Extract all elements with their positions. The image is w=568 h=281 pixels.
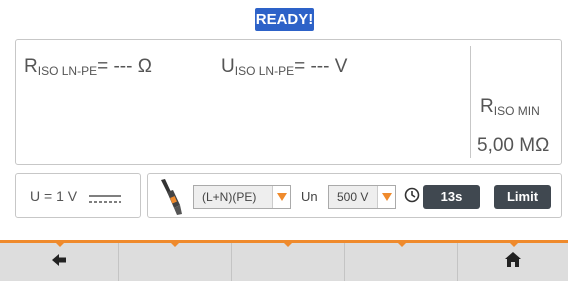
limit-symbol: R <box>480 96 494 117</box>
un-label: Un <box>301 189 318 204</box>
home-icon <box>505 252 521 272</box>
terminal-select[interactable]: (L+N)(PE) <box>193 185 291 209</box>
chevron-down-icon[interactable] <box>272 186 290 208</box>
clock-icon <box>404 187 420 208</box>
uiso-measurement: UISO LN-PE= --- V <box>221 56 347 78</box>
voltage-panel: U = 1 V <box>15 173 141 218</box>
dc-icon <box>89 191 121 209</box>
toolbar-tick <box>510 243 518 247</box>
uiso-value: = --- V <box>294 56 348 77</box>
back-button[interactable] <box>0 243 119 281</box>
terminal-select-value: (L+N)(PE) <box>202 190 257 204</box>
bottom-toolbar <box>0 243 568 281</box>
toolbar-tick <box>398 243 406 247</box>
results-divider <box>470 46 471 158</box>
voltage-select-value: 500 V <box>337 190 369 204</box>
riso-measurement: RISO LN-PE= --- Ω <box>24 56 152 78</box>
limit-value: 5,00 MΩ <box>477 135 550 156</box>
voltage-reading: U = 1 V <box>30 188 78 204</box>
toolbar-tick <box>56 243 64 247</box>
chevron-down-icon[interactable] <box>377 186 395 208</box>
back-arrow-icon <box>52 253 66 271</box>
uiso-subscript: ISO LN-PE <box>234 64 295 78</box>
results-panel: RISO LN-PE= --- Ω UISO LN-PE= --- V RISO… <box>15 39 562 165</box>
riso-subscript: ISO LN-PE <box>37 64 98 78</box>
toolbar-slot-2[interactable] <box>119 243 232 281</box>
riso-value: = --- Ω <box>97 56 152 77</box>
riso-symbol: R <box>24 56 38 77</box>
toolbar-tick <box>284 243 292 247</box>
settings-panel: (L+N)(PE) Un 500 V 13s Limit <box>147 173 562 218</box>
limit-subscript: ISO MIN <box>493 104 540 118</box>
uiso-symbol: U <box>221 56 235 77</box>
toolbar-tick <box>171 243 179 247</box>
time-button[interactable]: 13s <box>423 185 480 209</box>
limit-button[interactable]: Limit <box>494 185 551 209</box>
toolbar-slot-3[interactable] <box>232 243 345 281</box>
limit-name: RISO MIN <box>480 96 540 118</box>
probe-icon <box>158 178 184 221</box>
home-button[interactable] <box>458 243 568 281</box>
voltage-select[interactable]: 500 V <box>328 185 396 209</box>
toolbar-slot-4[interactable] <box>345 243 458 281</box>
status-badge: READY! <box>255 8 314 31</box>
